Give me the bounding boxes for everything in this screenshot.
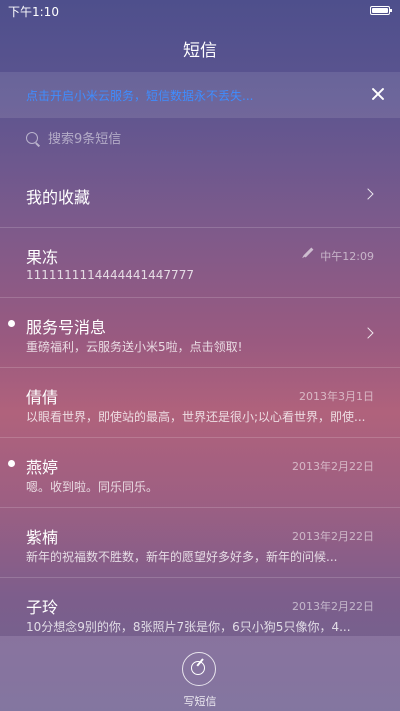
status-time: 下午1:10 bbox=[8, 5, 59, 19]
conversation-row[interactable]: 燕婷 2013年2月22日 嗯。收到啦。同乐同乐。 bbox=[0, 438, 400, 508]
close-icon[interactable] bbox=[368, 84, 388, 104]
conversation-row[interactable]: 倩倩 2013年3月1日 以眼看世界，即使站的最高，世界还是很小;以心看世界，即… bbox=[0, 368, 400, 438]
unread-dot bbox=[8, 320, 15, 327]
battery-icon bbox=[370, 6, 392, 15]
favorites-row[interactable]: 我的收藏 bbox=[0, 160, 400, 228]
status-bar: 下午1:10 bbox=[0, 0, 400, 22]
message-date: 2013年3月1日 bbox=[299, 390, 374, 403]
contact-name: 服务号消息 bbox=[26, 318, 107, 337]
message-preview: 新年的祝福数不胜数，新年的愿望好多好多，新年的问候... bbox=[26, 550, 338, 564]
unread-dot bbox=[8, 460, 15, 467]
search-bar[interactable] bbox=[26, 128, 374, 150]
message-preview: 嗯。收到啦。同乐同乐。 bbox=[26, 480, 159, 494]
message-preview: 重磅福利，云服务送小米5啦，点击领取! bbox=[26, 340, 243, 354]
chevron-right-icon bbox=[362, 188, 374, 200]
compose-icon bbox=[191, 661, 205, 675]
pencil-icon bbox=[303, 247, 314, 258]
message-date: 2013年2月22日 bbox=[292, 600, 374, 613]
compose-button[interactable] bbox=[182, 652, 216, 686]
message-date: 2013年2月22日 bbox=[292, 460, 374, 473]
search-input[interactable] bbox=[48, 128, 368, 150]
contact-name: 紫楠 bbox=[26, 528, 59, 547]
conversation-row[interactable]: 服务号消息 重磅福利，云服务送小米5啦，点击领取! bbox=[0, 298, 400, 368]
message-preview: 10分想念9别的你，8张照片7张是你，6只小狗5只像你，4... bbox=[26, 620, 351, 634]
contact-name: 燕婷 bbox=[26, 458, 59, 477]
message-preview: 以眼看世界，即使站的最高，世界还是很小;以心看世界，即使... bbox=[26, 410, 366, 424]
favorites-label: 我的收藏 bbox=[26, 188, 91, 207]
page-title: 短信 bbox=[183, 41, 217, 61]
compose-label[interactable]: 写短信 bbox=[0, 693, 400, 709]
contact-name: 果冻 bbox=[26, 248, 59, 267]
conversation-row[interactable]: 果冻 中午12:09 1111111114444441447777 bbox=[0, 228, 400, 298]
message-preview: 1111111114444441447777 bbox=[26, 268, 194, 282]
chevron-right-icon bbox=[362, 327, 374, 339]
banner-text[interactable]: 点击开启小米云服务，短信数据永不丢失... bbox=[26, 87, 253, 104]
contact-name: 子玲 bbox=[26, 598, 59, 617]
message-date: 2013年2月22日 bbox=[292, 530, 374, 543]
cloud-service-banner[interactable]: 点击开启小米云服务，短信数据永不丢失... bbox=[0, 72, 400, 118]
contact-name: 倩倩 bbox=[26, 388, 59, 407]
bottom-bar: 写短信 bbox=[0, 636, 400, 711]
search-icon bbox=[26, 132, 38, 144]
message-time: 中午12:09 bbox=[320, 250, 374, 263]
conversation-row[interactable]: 紫楠 2013年2月22日 新年的祝福数不胜数，新年的愿望好多好多，新年的问候.… bbox=[0, 508, 400, 578]
